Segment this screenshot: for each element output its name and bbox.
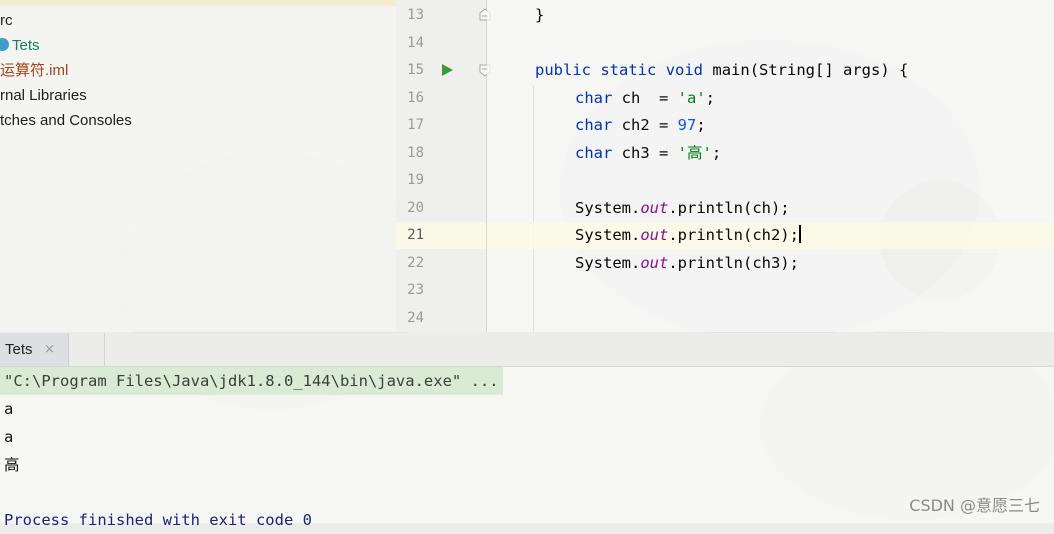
console-exit-message: Process finished with exit code 0 [4, 511, 312, 529]
code-line-21-current[interactable]: System.out.println(ch2); [487, 222, 1054, 249]
line-number: 13 [407, 7, 424, 23]
semicolon: ; [696, 116, 706, 134]
number-literal: 97 [677, 116, 697, 134]
code-line-15[interactable]: public static void main(String[] args) { [487, 57, 1054, 84]
line-number: 16 [407, 90, 424, 106]
console-command-line: "C:\Program Files\Java\jdk1.8.0_144\bin\… [0, 367, 503, 395]
project-tree: rc Tets 运算符.iml rnal Libraries tches and… [0, 0, 396, 332]
type-keyword: char [575, 144, 613, 162]
static-field-out: out [640, 254, 669, 272]
tree-item-external-libraries[interactable]: rnal Libraries [0, 83, 87, 108]
tab-divider [104, 333, 105, 366]
code-line-20[interactable]: System.out.println(ch); [487, 195, 1054, 222]
class-icon [0, 38, 9, 51]
line-number: 20 [407, 200, 424, 216]
tree-item-tets-class[interactable]: Tets [0, 33, 40, 58]
text-cursor [798, 225, 801, 243]
system-class: System. [575, 226, 641, 244]
type-keyword: char [575, 89, 613, 107]
line-number: 23 [407, 282, 424, 298]
run-tool-window-tabs: Tets × [0, 333, 1054, 367]
code-line-17[interactable]: char ch2 = 97; [487, 112, 1054, 139]
char-literal: 'a' [677, 89, 706, 107]
static-field-out: out [640, 226, 669, 244]
tree-item-label: 运算符.iml [0, 62, 69, 79]
code-line-13[interactable]: } [487, 2, 1054, 29]
declaration: ch3 = [612, 144, 678, 162]
tree-item-scratches[interactable]: tches and Consoles [0, 108, 132, 133]
keyword-static: static [600, 61, 657, 79]
line-number: 17 [407, 117, 424, 133]
system-class: System. [575, 254, 641, 272]
selected-row-strip [0, 0, 396, 6]
declaration: ch = [612, 89, 678, 107]
tree-item-label: rc [0, 12, 13, 29]
run-main-icon[interactable] [442, 64, 453, 76]
method-call: .println(ch); [668, 199, 790, 217]
keyword-public: public [535, 61, 591, 79]
tree-item-label: tches and Consoles [0, 112, 132, 129]
tree-item-label: Tets [12, 37, 40, 54]
line-number: 18 [407, 145, 424, 161]
declaration: ch2 = [612, 116, 678, 134]
line-number: 15 [407, 62, 424, 78]
method-params: (String[] args) { [749, 61, 909, 79]
method-call: .println(ch2); [668, 226, 799, 244]
semicolon: ; [705, 89, 715, 107]
run-tab-label: Tets [5, 341, 33, 358]
type-keyword: char [575, 116, 613, 134]
code-line-16[interactable]: char ch = 'a'; [487, 85, 1054, 112]
tree-item-src[interactable]: rc [0, 8, 13, 33]
semicolon: ; [711, 144, 722, 162]
run-console[interactable]: "C:\Program Files\Java\jdk1.8.0_144\bin\… [0, 367, 1054, 529]
console-output-line: a [4, 400, 14, 418]
console-output-line: a [4, 428, 14, 446]
line-number: 22 [407, 255, 424, 271]
code-line-22[interactable]: System.out.println(ch3); [487, 250, 1054, 277]
keyword-void: void [665, 61, 704, 79]
line-number: 24 [407, 310, 424, 326]
char-literal: '高' [677, 144, 712, 162]
close-icon[interactable]: × [44, 343, 55, 357]
code-line-18[interactable]: char ch3 = '高'; [487, 140, 1054, 167]
closing-brace: } [535, 6, 545, 24]
line-number: 19 [407, 172, 424, 188]
method-call: .println(ch3); [668, 254, 799, 272]
line-number: 14 [407, 35, 424, 51]
tree-item-label: rnal Libraries [0, 87, 87, 104]
system-class: System. [575, 199, 641, 217]
line-number-current: 21 [407, 227, 424, 243]
tree-item-iml-file[interactable]: 运算符.iml [0, 58, 68, 83]
static-field-out: out [640, 199, 669, 217]
method-name: main [712, 61, 750, 79]
console-output-line: 高 [4, 456, 20, 474]
run-tab-tets[interactable]: Tets × [0, 333, 69, 366]
csdn-watermark: CSDN @意愿三七 [909, 496, 1040, 515]
